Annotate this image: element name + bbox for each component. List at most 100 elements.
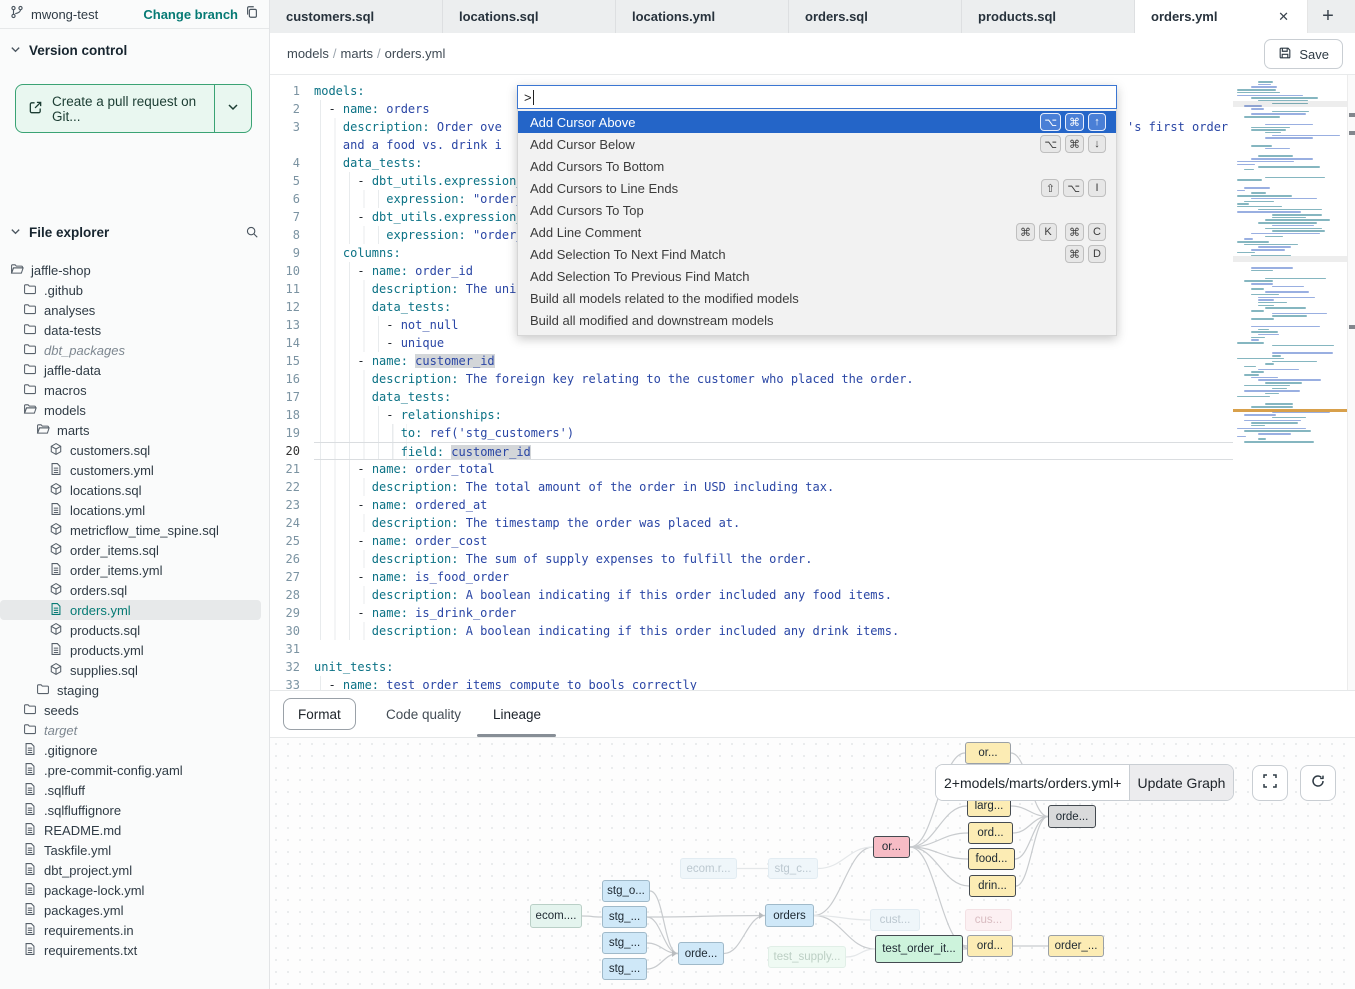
create-pr-button[interactable]: Create a pull request on Git... [15,84,252,133]
breadcrumb-item[interactable]: marts [341,46,374,61]
code-line[interactable]: - name: customer_id [314,352,1233,370]
close-icon[interactable]: ✕ [1276,9,1291,25]
code-line[interactable]: field: customer_id [314,442,1233,460]
palette-item-add-cursor-below[interactable]: Add Cursor Below⌥⌘↓ [518,133,1116,155]
code-line[interactable]: description: The sum of supply expenses … [314,550,1233,568]
code-line[interactable]: description: The total amount of the ord… [314,478,1233,496]
code-line[interactable]: - name: order_total [314,460,1233,478]
code-line[interactable]: data_tests: [314,388,1233,406]
editor-tab-customers-sql[interactable]: customers.sql [270,0,443,33]
lineage-node-orde[interactable]: orde... [678,942,724,965]
file-tree-item-package-lock-yml[interactable]: package-lock.yml [0,880,269,900]
file-tree-item-models[interactable]: models [0,400,269,420]
file-tree-item-staging[interactable]: staging [0,680,269,700]
code-line[interactable]: - relationships: [314,406,1233,424]
code-line[interactable]: description: The timestamp the order was… [314,514,1233,532]
lineage-node-stg_[interactable]: stg_... [602,958,647,980]
file-tree-item-order-items-yml[interactable]: order_items.yml [0,560,269,580]
code-line[interactable]: - unique [314,334,1233,352]
update-graph-button[interactable]: Update Graph [1129,765,1233,800]
palette-item-add-line-comment[interactable]: Add Line Comment⌘K⌘C [518,221,1116,243]
selector-input[interactable] [936,765,1129,800]
lineage-node-stg_[interactable]: stg_... [602,906,647,928]
save-button[interactable]: Save [1264,39,1343,69]
code-line[interactable]: - name: order_cost [314,532,1233,550]
file-tree-item-jaffle-data[interactable]: jaffle-data [0,360,269,380]
file-tree-item-dbt-packages[interactable]: dbt_packages [0,340,269,360]
refresh-button[interactable] [1300,765,1336,801]
code-line[interactable]: to: ref('stg_customers') [314,424,1233,442]
editor-minimap[interactable] [1233,75,1347,690]
file-tree-item-order-items-sql[interactable]: order_items.sql [0,540,269,560]
editor-tab-orders-sql[interactable]: orders.sql [789,0,962,33]
new-tab-button[interactable]: + [1308,0,1348,33]
lineage-node-order_[interactable]: order_... [1048,935,1104,957]
file-tree-item-seeds[interactable]: seeds [0,700,269,720]
palette-item-add-cursors-to-line-ends[interactable]: Add Cursors to Line Ends⇧⌥I [518,177,1116,199]
lineage-node-or[interactable]: or... [965,742,1011,764]
change-branch-link[interactable]: Change branch [143,7,238,22]
file-tree-item-orders-yml[interactable]: orders.yml [0,600,261,620]
copy-icon[interactable] [245,5,259,24]
palette-item-add-selection-to-next-find-match[interactable]: Add Selection To Next Find Match⌘D [518,243,1116,265]
breadcrumb-item[interactable]: models [287,46,329,61]
code-line[interactable]: unit_tests: [314,658,1233,676]
file-tree-item-macros[interactable]: macros [0,380,269,400]
palette-item-build-all-models-related-to-the-modified[interactable]: Build all models related to the modified… [518,287,1116,309]
code-line[interactable]: description: A boolean indicating if thi… [314,586,1233,604]
file-tree-item-supplies-sql[interactable]: supplies.sql [0,660,269,680]
version-control-header[interactable]: Version control [0,38,269,62]
file-tree-item-data-tests[interactable]: data-tests [0,320,269,340]
lineage-node-or[interactable]: or... [873,836,910,858]
file-tree-item-customers-sql[interactable]: customers.sql [0,440,269,460]
search-icon[interactable] [245,225,259,239]
tab-lineage[interactable]: Lineage [493,691,541,737]
palette-item-add-cursors-to-top[interactable]: Add Cursors To Top [518,199,1116,221]
tab-code-quality[interactable]: Code quality [386,691,461,737]
code-line[interactable]: - name: ordered_at [314,496,1233,514]
editor-tab-locations-yml[interactable]: locations.yml [616,0,789,33]
lineage-node-test_order_it[interactable]: test_order_it... [875,935,963,963]
file-tree-item-metricflow-time-spine-sql[interactable]: metricflow_time_spine.sql [0,520,269,540]
file-tree-item-packages-yml[interactable]: packages.yml [0,900,269,920]
palette-item-add-cursor-above[interactable]: Add Cursor Above⌥⌘↑ [518,111,1116,133]
file-tree-item-locations-yml[interactable]: locations.yml [0,500,269,520]
lineage-node-orde[interactable]: orde... [1048,805,1096,828]
file-explorer-header[interactable]: File explorer [0,220,269,244]
file-tree-item-analyses[interactable]: analyses [0,300,269,320]
code-line[interactable]: - name: is_food_order [314,568,1233,586]
code-line[interactable]: description: A boolean indicating if thi… [314,622,1233,640]
file-tree-item-products-sql[interactable]: products.sql [0,620,269,640]
file-tree-item--gitignore[interactable]: .gitignore [0,740,269,760]
lineage-node-stg_o[interactable]: stg_o... [602,880,650,902]
palette-item-add-selection-to-previous-find-match[interactable]: Add Selection To Previous Find Match [518,265,1116,287]
file-tree-item-target[interactable]: target [0,720,269,740]
pr-dropdown-caret[interactable] [214,85,251,132]
code-line[interactable]: - name: is_drink_order [314,604,1233,622]
editor-tab-products-sql[interactable]: products.sql [962,0,1135,33]
file-tree-item--pre-commit-config-yaml[interactable]: .pre-commit-config.yaml [0,760,269,780]
file-tree-item-taskfile-yml[interactable]: Taskfile.yml [0,840,269,860]
file-tree-item-products-yml[interactable]: products.yml [0,640,269,660]
code-line[interactable] [314,640,1233,658]
file-tree-item-requirements-in[interactable]: requirements.in [0,920,269,940]
lineage-node-drin[interactable]: drin... [969,875,1016,897]
file-tree-item-customers-yml[interactable]: customers.yml [0,460,269,480]
lineage-node-stg_c[interactable]: stg_c... [768,858,818,879]
lineage-node-ecom[interactable]: ecom.... [530,904,582,928]
code-line[interactable]: description: The foreign key relating to… [314,370,1233,388]
lineage-node-stg_[interactable]: stg_... [602,932,647,954]
file-tree-item--sqlfluff[interactable]: .sqlfluff [0,780,269,800]
palette-item-build-all-modified-and-downstream-models[interactable]: Build all modified and downstream models [518,309,1116,331]
file-tree-item--github[interactable]: .github [0,280,269,300]
file-tree-item-marts[interactable]: marts [0,420,269,440]
file-tree-item-locations-sql[interactable]: locations.sql [0,480,269,500]
lineage-node-ord[interactable]: ord... [967,935,1013,957]
lineage-node-ecomr[interactable]: ecom.r... [680,858,737,879]
lineage-node-cust[interactable]: cust... [870,909,920,931]
lineage-node-cus[interactable]: cus... [965,909,1012,931]
lineage-node-orders[interactable]: orders [765,904,814,927]
lineage-node-food[interactable]: food... [968,848,1015,870]
file-tree-item--sqlfluffignore[interactable]: .sqlfluffignore [0,800,269,820]
file-tree-item-dbt-project-yml[interactable]: dbt_project.yml [0,860,269,880]
